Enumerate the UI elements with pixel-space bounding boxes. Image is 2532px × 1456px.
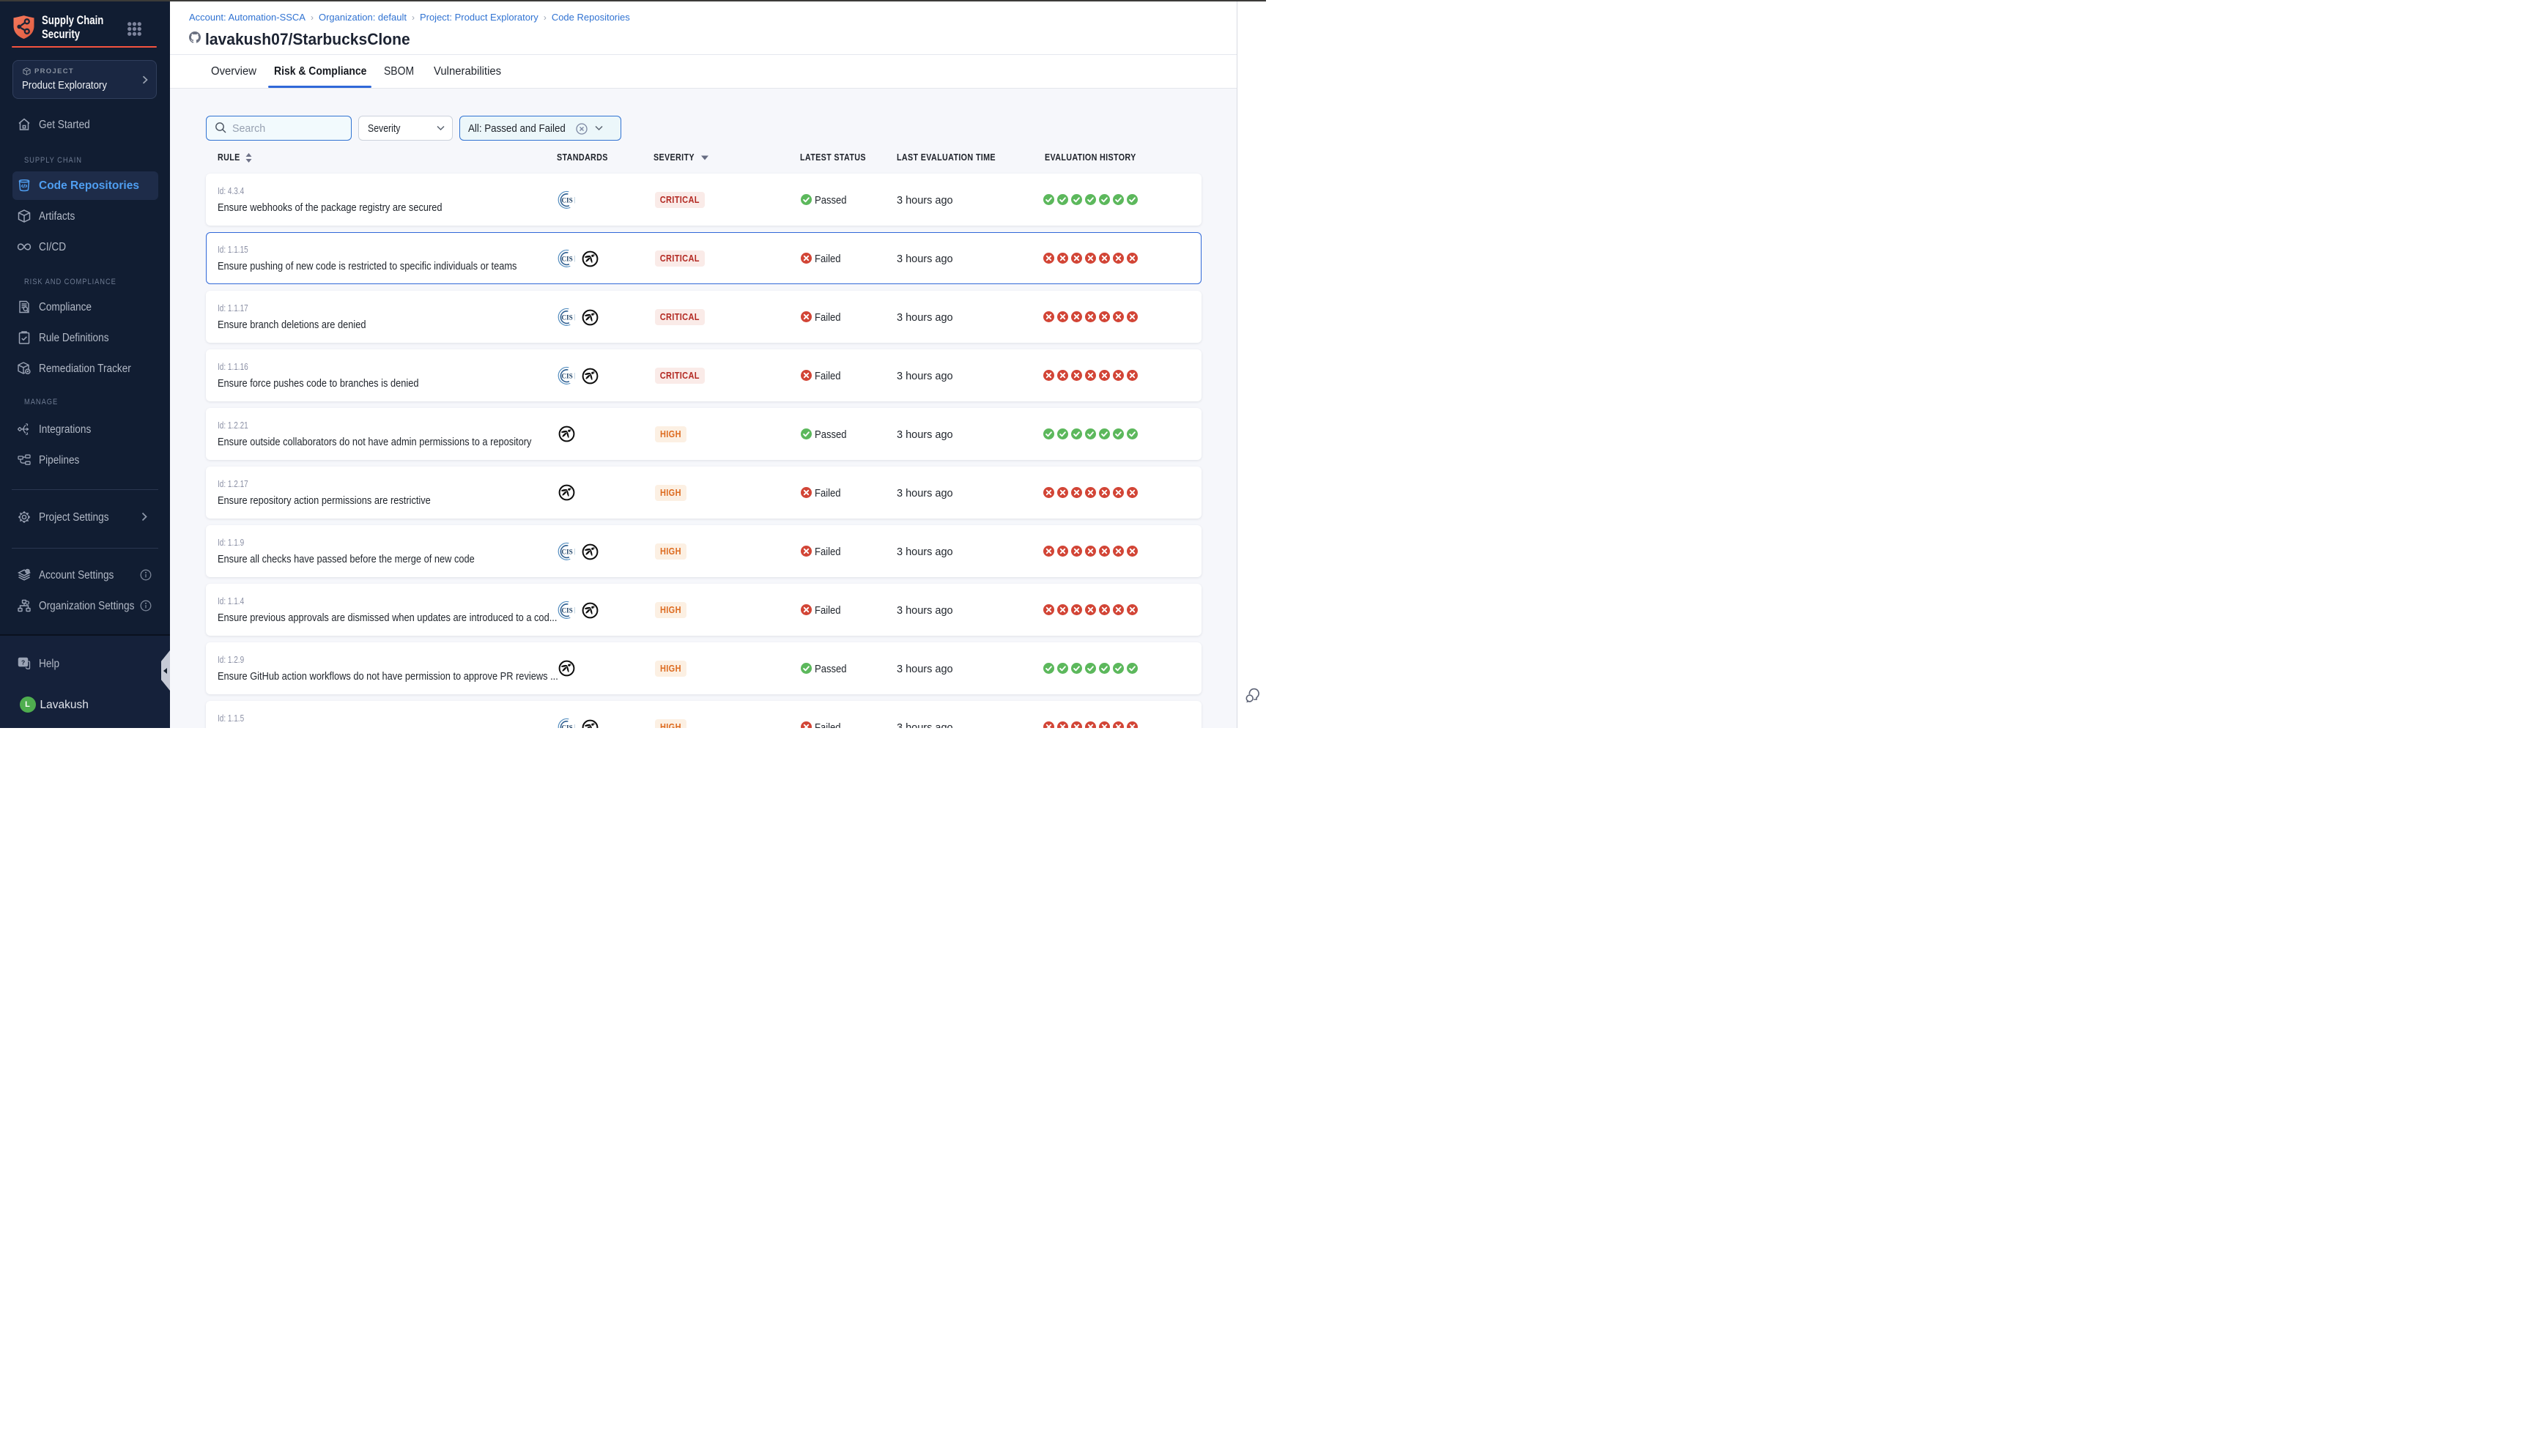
svg-text:?: ? <box>21 659 25 666</box>
